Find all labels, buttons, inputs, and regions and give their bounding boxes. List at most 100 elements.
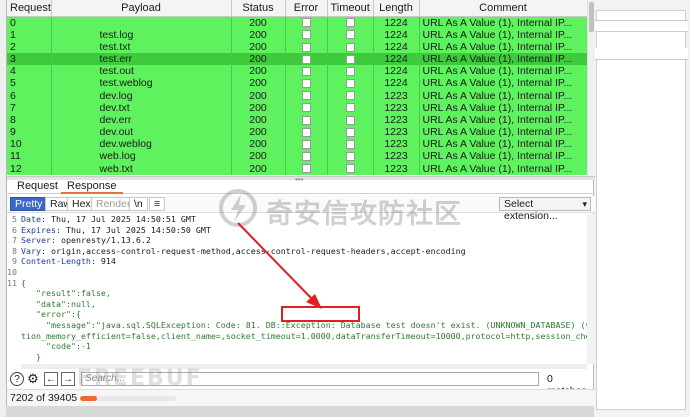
cell-status: 200: [231, 101, 286, 114]
table-row[interactable]: 3 test.err 200 1224 URL As A Value (1), Inte…: [7, 52, 588, 66]
table-row[interactable]: 1 test.log 200 1224 URL As A Value (1), Inte…: [7, 28, 588, 41]
cell-comment: URL As A Value (1), Internal IP...: [419, 126, 588, 139]
line-text: {: [21, 277, 26, 288]
cell-comment: URL As A Value (1), Internal IP...: [419, 113, 588, 126]
table-row[interactable]: 0 200 1224 URL As A Value (1), Internal IP.…: [7, 16, 588, 29]
line-number: 8: [12, 245, 17, 256]
response-line: 8 Vary: origin,access-control-request-met…: [7, 246, 587, 257]
cell-comment: URL As A Value (1), Internal IP...: [419, 77, 588, 90]
qianxin-watermark: 奇安信攻防社区: [218, 186, 468, 234]
tab-request[interactable]: Request: [11, 180, 64, 194]
cell-payload: web.txt: [51, 162, 232, 175]
background-panel: [596, 10, 686, 410]
previous-arrow-icon[interactable]: ←: [44, 372, 58, 386]
cell-request: 2: [7, 40, 52, 53]
column-header-length[interactable]: Length: [373, 0, 420, 17]
response-line: }: [7, 352, 587, 363]
select-extension-dropdown[interactable]: Select extension... ▾: [499, 197, 591, 222]
cell-request: 6: [7, 89, 52, 102]
column-header-payload[interactable]: Payload: [51, 0, 232, 17]
menu-icon[interactable]: ≡: [149, 197, 166, 211]
background-field: [594, 48, 688, 60]
line-text: 914: [95, 256, 116, 267]
cell-error: [285, 162, 328, 175]
cell-request: 0: [7, 16, 52, 29]
column-header-request[interactable]: Request: [7, 0, 52, 17]
screenshot-stage: Request Payload Status Error Timeout Len…: [0, 0, 690, 417]
error-checkbox: [301, 42, 311, 52]
pretty-button[interactable]: Pretty: [10, 197, 48, 211]
error-checkbox: [301, 18, 311, 28]
watermark-text: 奇安信攻防社区: [266, 199, 462, 229]
cell-length: 1223: [373, 89, 420, 102]
error-checkbox: [301, 54, 311, 64]
response-line: "code":-1: [7, 341, 587, 352]
cell-status: 200: [231, 162, 286, 175]
column-header-timeout[interactable]: Timeout: [327, 0, 374, 17]
cell-payload: test.txt: [51, 40, 232, 53]
cell-request: 4: [7, 65, 52, 78]
table-scrollbar[interactable]: [587, 0, 595, 176]
cell-timeout: [327, 138, 374, 151]
table-row[interactable]: 10 dev.weblog 200 1223 URL As A Value (1), I…: [7, 138, 588, 151]
cell-status: 200: [231, 150, 286, 163]
line-number: 9: [12, 256, 17, 267]
cell-length: 1224: [373, 52, 420, 66]
cell-payload: dev.log: [51, 89, 232, 102]
cell-request: 3: [7, 52, 52, 66]
cell-payload: test.log: [51, 28, 232, 41]
column-header-status[interactable]: Status: [231, 0, 286, 17]
header-name: Expires: [21, 224, 56, 235]
next-arrow-icon[interactable]: →: [61, 372, 75, 386]
cell-payload: dev.weblog: [51, 138, 232, 151]
error-checkbox: [301, 79, 311, 89]
gear-icon[interactable]: ⚙: [26, 371, 40, 386]
table-row[interactable]: 7 dev.txt 200 1223 URL As A Value (1), Inter…: [7, 101, 588, 114]
cell-error: [285, 52, 328, 66]
line-text: "code":-1: [21, 341, 91, 352]
cell-timeout: [327, 28, 374, 41]
cell-status: 200: [231, 126, 286, 139]
error-checkbox: [301, 103, 311, 113]
help-icon[interactable]: ?: [10, 372, 24, 386]
request-progress-count: 7202 of 39405: [10, 392, 78, 404]
response-body-viewer[interactable]: 5 Date: Thu, 17 Jul 2025 14:50:51 GMT 6 Exp…: [7, 214, 587, 364]
cell-error: [285, 89, 328, 102]
status-bar: 7202 of 39405: [7, 389, 595, 406]
cell-error: [285, 16, 328, 29]
table-row[interactable]: 5 test.weblog 200 1224 URL As A Value (1), I…: [7, 77, 588, 90]
cell-status: 200: [231, 40, 286, 53]
table-row[interactable]: 12 web.txt 200 1223 URL As A Value (1), Inte…: [7, 162, 588, 175]
tab-response[interactable]: Response: [61, 180, 123, 194]
response-line: 9 Content-Length: 914: [7, 256, 587, 267]
scrollbar-thumb[interactable]: [589, 2, 594, 32]
table-row[interactable]: 8 dev.err 200 1223 URL As A Value (1), Inter…: [7, 113, 588, 126]
newline-toggle-button[interactable]: \n: [129, 197, 148, 211]
table-header-row: Request Payload Status Error Timeout Len…: [7, 0, 588, 17]
header-name: Content-Length: [21, 256, 91, 267]
table-row[interactable]: 4 test.out 200 1224 URL As A Value (1), Inte…: [7, 65, 588, 78]
response-scrollbar[interactable]: [587, 214, 595, 364]
response-line: "result":false,: [7, 288, 587, 299]
column-header-error[interactable]: Error: [285, 0, 328, 17]
cell-length: 1224: [373, 28, 420, 41]
header-name: Server: [21, 235, 51, 246]
table-row[interactable]: 11 web.log 200 1223 URL As A Value (1), Inte…: [7, 150, 588, 163]
cell-comment: URL As A Value (1), Internal IP...: [419, 16, 588, 29]
timeout-checkbox: [345, 30, 355, 40]
table-row[interactable]: 6 dev.log 200 1223 URL As A Value (1), Inter…: [7, 89, 588, 102]
column-header-comment[interactable]: Comment: [419, 0, 588, 17]
cell-request: 8: [7, 113, 52, 126]
cell-comment: URL As A Value (1), Internal IP...: [419, 65, 588, 78]
chevron-down-icon: ▾: [582, 199, 587, 209]
cell-timeout: [327, 113, 374, 126]
table-row[interactable]: 2 test.txt 200 1224 URL As A Value (1), Inte…: [7, 40, 588, 53]
table-row[interactable]: 9 dev.out 200 1223 URL As A Value (1), Inter…: [7, 126, 588, 139]
cell-comment: URL As A Value (1), Internal IP...: [419, 101, 588, 114]
cell-length: 1223: [373, 138, 420, 151]
cell-length: 1223: [373, 150, 420, 163]
error-checkbox: [301, 164, 311, 174]
line-text: Thu, 17 Jul 2025 14:50:50 GMT: [60, 224, 211, 235]
cell-status: 200: [231, 28, 286, 41]
cell-timeout: [327, 162, 374, 175]
